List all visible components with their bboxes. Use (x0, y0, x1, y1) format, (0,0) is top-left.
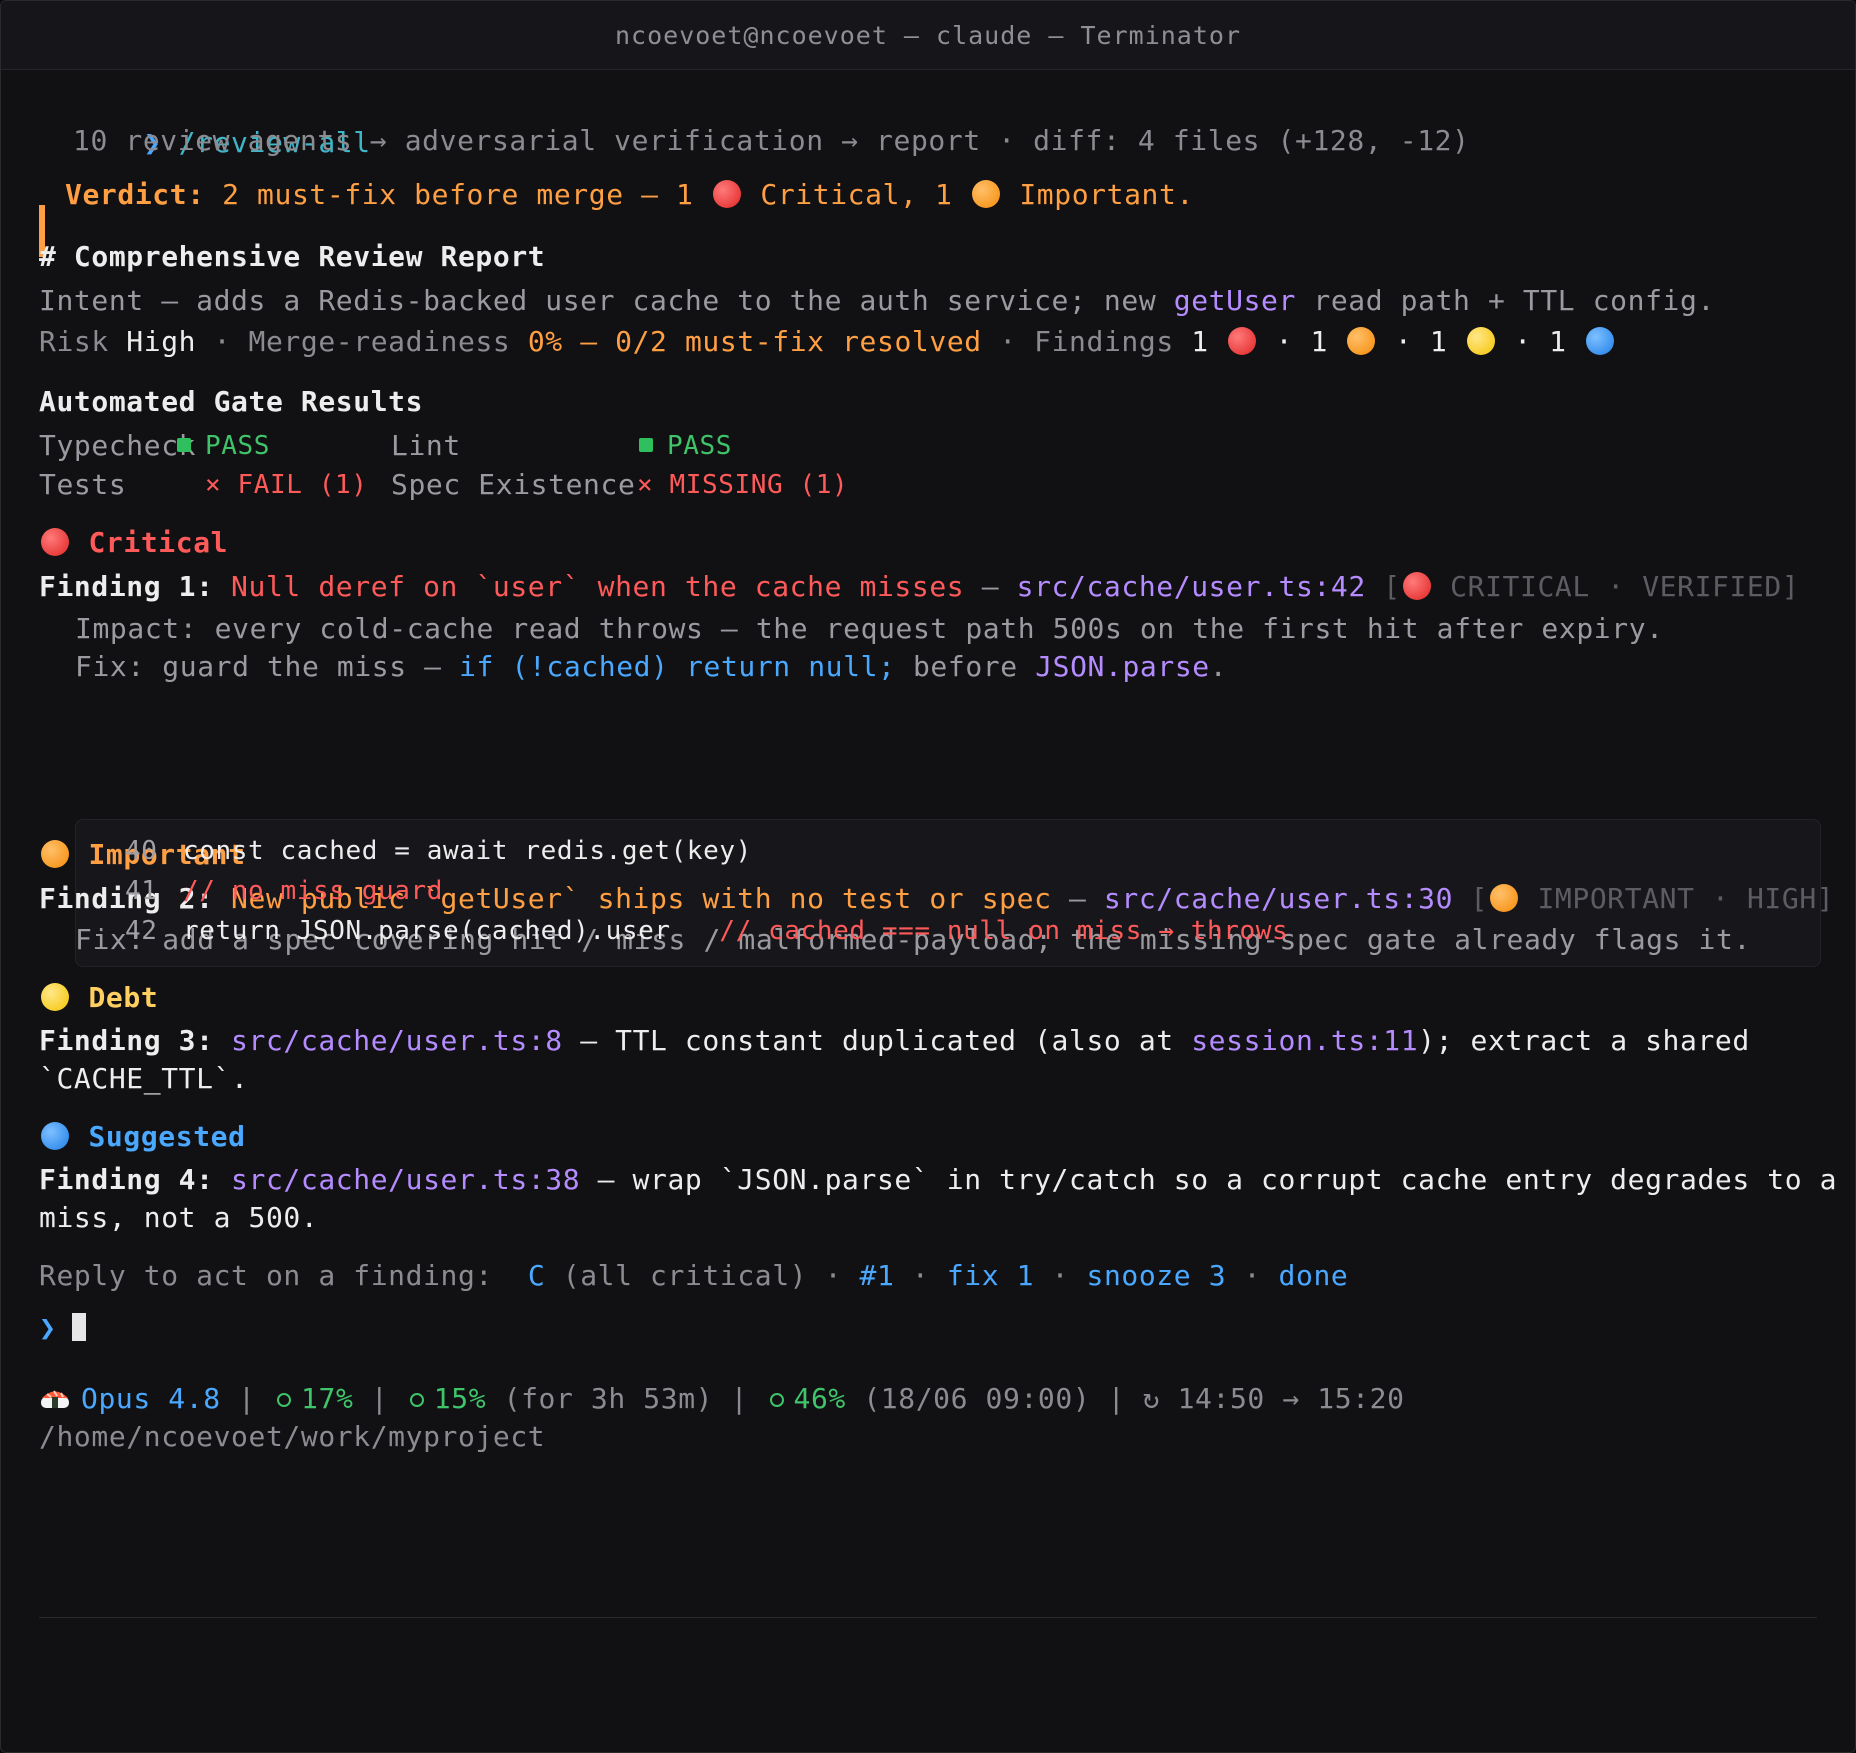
terminal-window: ncoevoet@ncoevoet — claude — Terminator … (0, 0, 1856, 1753)
check-icon (639, 438, 653, 452)
status-bar: Opus 4.8 | 17% | 15% (for 3h 53m) | 46% … (39, 1379, 1405, 1419)
window-titlebar: ncoevoet@ncoevoet — claude — Terminator (1, 1, 1855, 70)
verdict-label: Verdict: (65, 178, 205, 211)
debt-dot-icon (41, 983, 69, 1011)
critical-count-icon (1228, 327, 1257, 355)
refresh-icon: ↻ (1142, 1382, 1178, 1415)
important-dot-icon (971, 180, 1000, 208)
report-heading: # Comprehensive Review Report (39, 240, 546, 273)
prompt-icon: ❯ (39, 1311, 57, 1344)
intent-line: Intent — adds a Redis-backed user cache … (39, 284, 1715, 317)
model-name: Opus 4.8 (81, 1382, 221, 1415)
working-directory: /home/ncoevoet/work/myproject (39, 1420, 546, 1453)
gate-tests-name: Tests (39, 468, 127, 501)
finding-4: Finding 4: src/cache/user.ts:38 — wrap `… (39, 1163, 1838, 1196)
gates-heading: Automated Gate Results (39, 385, 424, 418)
section-suggested: Suggested (39, 1117, 246, 1157)
session-usage: 15% (433, 1382, 487, 1415)
gate-lint-status: PASS (639, 426, 732, 466)
code-line: 40 const cached = await redis.get(key) (125, 836, 752, 866)
finding-3-location-2[interactable]: session.ts:11 (1191, 1024, 1418, 1057)
reply-option-done[interactable]: done (1279, 1259, 1349, 1292)
finding-1-location[interactable]: src/cache/user.ts:42 (1017, 570, 1366, 603)
critical-dot-icon (41, 528, 69, 556)
weekly-pie-icon (769, 1393, 784, 1407)
risk-value: High (126, 325, 197, 358)
suggested-count-icon (1586, 327, 1615, 355)
gate-spec-name: Spec Existence (391, 468, 636, 501)
fix-code: if (!cached) return null; (459, 650, 896, 683)
gate-lint-name: Lint (391, 429, 461, 462)
gate-typecheck-name: Typecheck (39, 429, 197, 462)
context-pie-icon (277, 1393, 292, 1407)
reply-option-snooze[interactable]: snooze 3 (1087, 1259, 1227, 1292)
important-dot-icon (41, 840, 69, 868)
status-separator (39, 1617, 1817, 1618)
finding-3: Finding 3: src/cache/user.ts:8 — TTL con… (39, 1024, 1750, 1057)
risk-line: Risk High · Merge-readiness 0% — 0/2 mus… (39, 322, 1616, 362)
critical-dot-icon (712, 180, 741, 208)
verdict-line: Verdict: 2 must-fix before merge — 1 Cri… (65, 178, 1194, 211)
reply-options: Reply to act on a finding: C (all critic… (39, 1259, 1349, 1292)
reply-option-fix[interactable]: fix 1 (947, 1259, 1034, 1292)
weekly-usage: 46% (793, 1382, 846, 1415)
section-critical: Critical (39, 523, 228, 563)
gate-spec-status: × MISSING (1) (637, 470, 849, 500)
finding-1-fix: Fix: guard the miss — if (!cached) retur… (75, 650, 1228, 683)
finding-1: Finding 1: Null deref on `user` when the… (39, 570, 1800, 603)
suggested-dot-icon (41, 1122, 69, 1150)
code-line: 42 return JSON.parse(cached).user // cach… (125, 916, 1289, 946)
finding-4-cont: miss, not a 500. (39, 1201, 319, 1234)
code-line: 41// no miss guard (125, 876, 444, 906)
text-cursor (72, 1313, 87, 1341)
finding-1-impact: Impact: every cold-cache read throws — t… (75, 612, 1664, 645)
finding-4-location[interactable]: src/cache/user.ts:38 (214, 1163, 581, 1196)
critical-dot-icon (1402, 572, 1431, 600)
important-count-icon (1347, 327, 1376, 355)
gate-typecheck-status: PASS (177, 426, 270, 466)
reply-option-1[interactable]: #1 (860, 1259, 895, 1292)
gate-tests-status: × FAIL (1) (205, 470, 368, 500)
reply-option-critical[interactable]: C (528, 1259, 545, 1292)
context-usage: 17% (301, 1382, 354, 1415)
merge-readiness: 0% — 0/2 must-fix resolved (527, 325, 982, 358)
input-line[interactable]: ❯ (39, 1308, 87, 1348)
pipeline-summary: 10 review agents → adversarial verificat… (73, 124, 1470, 157)
time-window: 14:50 → 15:20 (1177, 1382, 1405, 1415)
debt-count-icon (1466, 327, 1495, 355)
intent-fn: getUser (1173, 284, 1296, 317)
section-debt: Debt (39, 978, 158, 1018)
finding-3-cont: `CACHE_TTL`. (39, 1062, 249, 1095)
session-pie-icon (409, 1393, 424, 1407)
finding-3-location[interactable]: src/cache/user.ts:8 (214, 1024, 563, 1057)
check-icon (177, 438, 191, 452)
sushi-icon (41, 1390, 69, 1408)
code-lines: 40 const cached = await redis.get(key) 41… (75, 819, 1819, 965)
window-title: ncoevoet@ncoevoet — claude — Terminator (615, 20, 1241, 50)
